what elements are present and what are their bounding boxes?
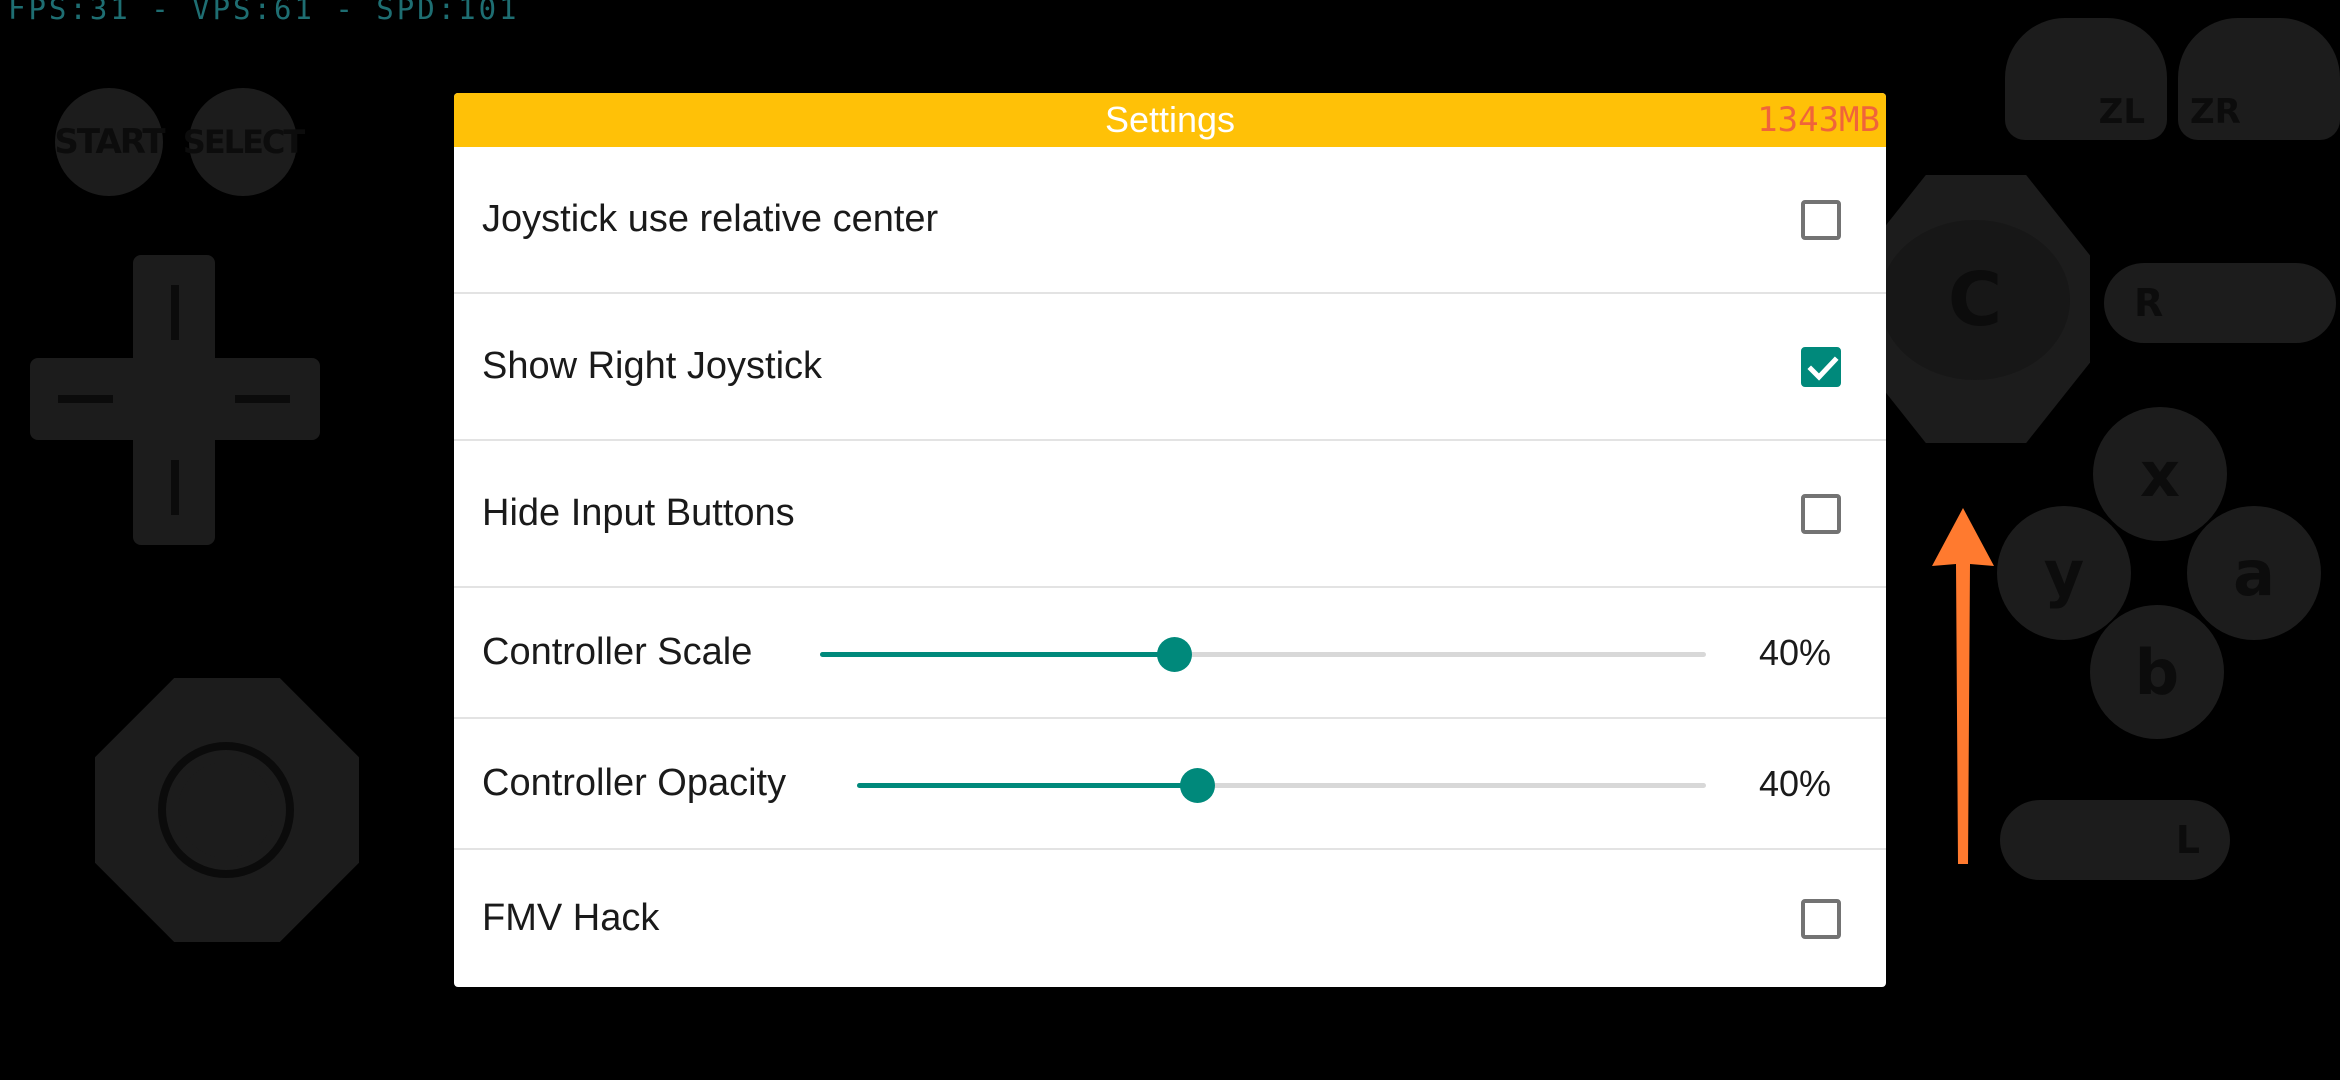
setting-row-controller-scale: Controller Scale 40% <box>454 588 1886 719</box>
x-button[interactable]: x <box>2093 407 2227 541</box>
zr-button[interactable]: ZR <box>2178 18 2340 140</box>
settings-dialog: Settings 1343MB Joystick use relative ce… <box>454 93 1886 987</box>
setting-row-show-right-joystick[interactable]: Show Right Joystick <box>454 294 1886 441</box>
dpad-down-mark <box>171 460 179 515</box>
up-arrow-icon <box>1932 508 1994 864</box>
setting-label: Hide Input Buttons <box>482 492 795 534</box>
show-right-joystick-checkbox[interactable] <box>1801 346 1841 387</box>
y-button[interactable]: y <box>1997 506 2131 640</box>
a-button[interactable]: a <box>2187 506 2321 640</box>
slider-fill <box>820 652 1175 657</box>
dialog-title: Settings <box>1104 99 1236 140</box>
start-button[interactable]: START <box>54 88 166 196</box>
setting-row-joystick-relative-center[interactable]: Joystick use relative center <box>454 147 1886 294</box>
b-button[interactable]: b <box>2090 605 2224 739</box>
dpad-left-mark <box>58 395 113 403</box>
hide-input-buttons-checkbox[interactable] <box>1801 493 1841 534</box>
setting-row-hide-input-buttons[interactable]: Hide Input Buttons <box>454 441 1886 588</box>
setting-label: FMV Hack <box>482 897 660 939</box>
setting-row-controller-opacity: Controller Opacity 40% <box>454 719 1886 850</box>
slider-thumb[interactable] <box>1157 637 1193 672</box>
setting-row-fmv-hack[interactable]: FMV Hack <box>454 850 1886 987</box>
select-button[interactable]: SELECT <box>183 88 305 196</box>
controller-scale-value: 40% <box>1758 631 1831 673</box>
memory-usage: 1343MB <box>1757 100 1880 140</box>
dialog-title-bar: Settings 1343MB <box>454 93 1886 147</box>
controller-opacity-value: 40% <box>1758 762 1831 804</box>
performance-stats: FPS:31 - VPS:61 - SPD:101 <box>8 0 520 26</box>
c-stick-button[interactable]: C <box>1880 220 2070 380</box>
fmv-hack-checkbox[interactable] <box>1801 898 1841 939</box>
setting-label: Show Right Joystick <box>482 345 823 387</box>
l-button[interactable]: L <box>2000 800 2230 880</box>
left-joystick-knob[interactable] <box>158 742 294 878</box>
setting-label: Controller Opacity <box>482 762 787 804</box>
controller-opacity-slider[interactable] <box>857 768 1706 803</box>
dpad-up-mark <box>171 285 179 340</box>
dpad-right-mark <box>235 395 290 403</box>
r-button[interactable]: R <box>2104 263 2336 343</box>
zl-button[interactable]: ZL <box>2005 18 2167 140</box>
controller-scale-slider[interactable] <box>820 637 1706 672</box>
joystick-relative-center-checkbox[interactable] <box>1801 199 1841 240</box>
slider-fill <box>857 783 1197 788</box>
setting-label: Controller Scale <box>482 631 753 673</box>
slider-thumb[interactable] <box>1179 768 1215 803</box>
check-icon <box>1807 355 1839 381</box>
setting-label: Joystick use relative center <box>482 198 939 240</box>
